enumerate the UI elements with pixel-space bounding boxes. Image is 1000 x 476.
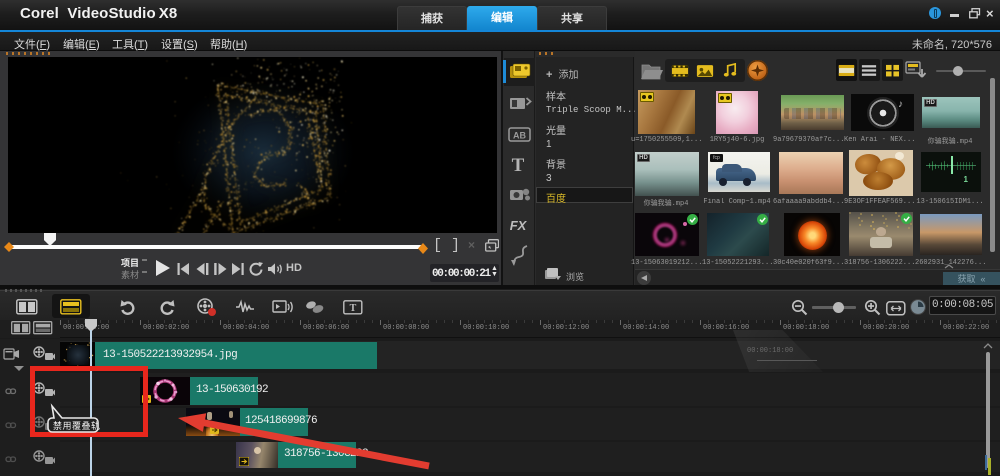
svg-text:T: T	[350, 303, 357, 314]
svg-text:AB: AB	[513, 131, 526, 141]
